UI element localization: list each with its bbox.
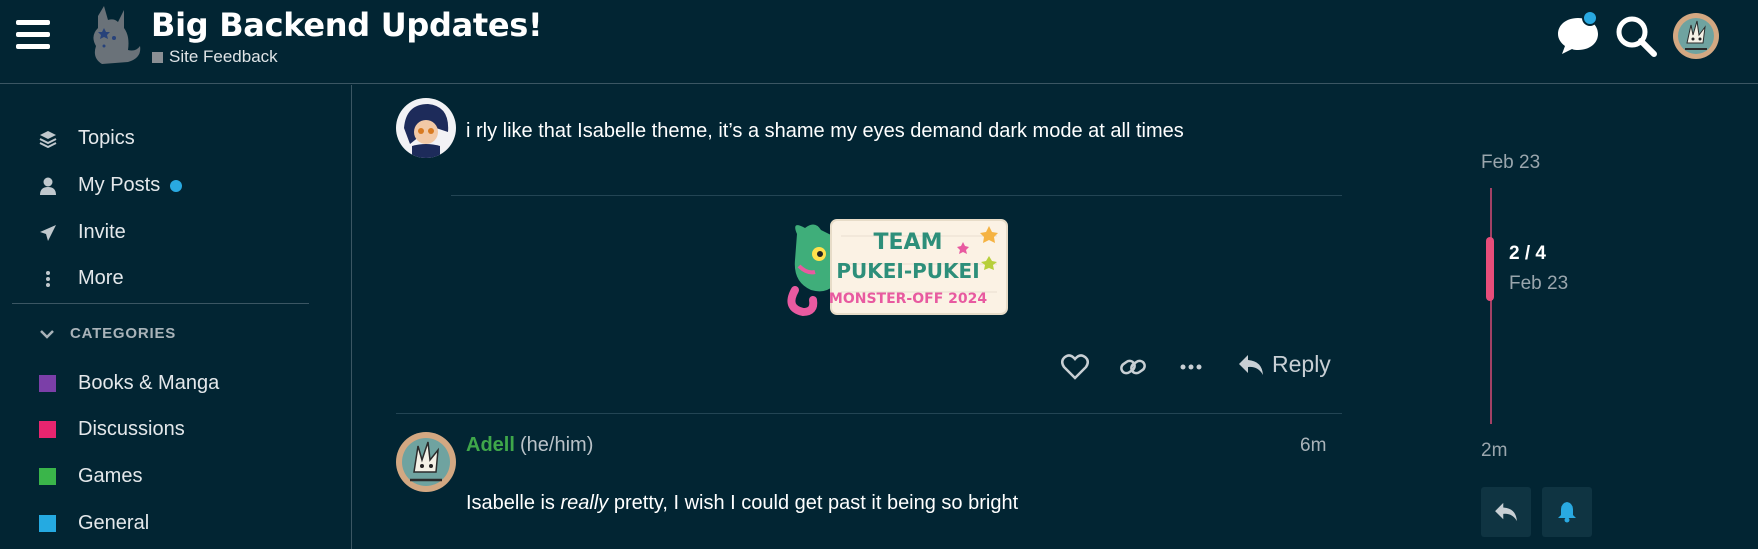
category-color-swatch — [39, 515, 56, 532]
sidebar-category-discussions[interactable]: Discussions — [39, 418, 185, 441]
sticker-line-2: PUKEI-PUKEI — [836, 259, 979, 283]
like-button[interactable] — [1061, 354, 1089, 380]
search-icon[interactable] — [1614, 14, 1658, 58]
chat-notification-dot — [1582, 10, 1598, 26]
bell-icon — [1558, 502, 1576, 523]
post-author-avatar[interactable] — [396, 98, 456, 158]
timeline-reply-button[interactable] — [1481, 487, 1531, 537]
site-header: Big Backend Updates! Site Feedback — [0, 0, 1758, 84]
timeline-end-date[interactable]: 2m — [1481, 440, 1507, 462]
layers-icon — [36, 129, 60, 149]
category-color-swatch — [39, 421, 56, 438]
category-color-swatch — [39, 468, 56, 485]
sidebar-item-label: More — [78, 267, 124, 289]
topic-title[interactable]: Big Backend Updates! — [151, 6, 543, 44]
post-body-text: Isabelle is really pretty, I wish I coul… — [466, 492, 1018, 515]
category-label: Discussions — [78, 418, 185, 440]
sidebar-item-more[interactable]: More — [36, 267, 124, 290]
sidebar-category-general[interactable]: General — [39, 512, 149, 535]
sidebar: Topics My Posts Invite More CATEGORIES B… — [0, 85, 352, 549]
timeline-position: 2 / 4 — [1509, 243, 1546, 264]
sidebar-item-label: Invite — [78, 221, 126, 243]
breadcrumb[interactable]: Site Feedback — [152, 47, 278, 67]
reply-button[interactable]: Reply — [1238, 351, 1331, 378]
paper-plane-icon — [36, 223, 60, 243]
unread-dot — [170, 179, 183, 192]
reply-label: Reply — [1272, 351, 1331, 377]
timeline-position-date: Feb 23 — [1509, 273, 1569, 294]
sticker-line-3: MONSTER-OFF 2024 — [829, 291, 987, 307]
timeline-track[interactable] — [1490, 188, 1492, 424]
chevron-down-icon — [40, 329, 54, 339]
ellipsis-icon — [1180, 364, 1202, 370]
sidebar-item-label: My Posts — [78, 174, 161, 196]
vertical-ellipsis-icon — [36, 269, 60, 289]
team-pukei-pukei-sticker: TEAM PUKEI-PUKEI MONSTER-OFF 2024 — [787, 219, 1008, 317]
site-logo[interactable] — [84, 6, 144, 68]
sidebar-item-topics[interactable]: Topics — [36, 127, 135, 150]
post-author-avatar[interactable] — [396, 432, 456, 492]
categories-section-toggle[interactable]: CATEGORIES — [40, 325, 176, 342]
post-text-emphasis: really — [560, 492, 609, 514]
more-actions-button[interactable] — [1180, 358, 1202, 376]
post-timestamp[interactable]: 6m — [1300, 435, 1326, 457]
post-text-part: Isabelle is — [466, 492, 561, 514]
hamburger-menu-icon[interactable] — [16, 20, 52, 54]
category-color-swatch — [39, 375, 56, 392]
post-divider — [396, 413, 1342, 414]
post-divider — [451, 195, 1342, 196]
user-pronouns: (he/him) — [520, 434, 594, 456]
user-avatar[interactable] — [1673, 13, 1719, 59]
category-label: Games — [78, 465, 143, 487]
categories-heading: CATEGORIES — [70, 325, 177, 342]
category-badge-square — [152, 51, 163, 63]
sidebar-category-games[interactable]: Games — [39, 465, 142, 488]
sidebar-category-books-manga[interactable]: Books & Manga — [39, 372, 219, 395]
sidebar-divider — [12, 303, 309, 304]
post-text-part: pretty, I wish I could get past it being… — [608, 492, 1019, 514]
timeline-start-date[interactable]: Feb 23 — [1481, 152, 1540, 174]
copy-link-button[interactable] — [1119, 354, 1147, 380]
category-label[interactable]: Site Feedback — [169, 47, 278, 67]
notification-level-button[interactable] — [1542, 487, 1592, 537]
post-body-text: i rly like that Isabelle theme, it’s a s… — [466, 120, 1184, 142]
heart-icon — [1061, 354, 1089, 380]
timeline-scroll-handle[interactable] — [1486, 237, 1494, 301]
sticker-line-1: TEAM — [874, 230, 943, 255]
post-username[interactable]: Adell — [466, 434, 515, 457]
reply-icon — [1239, 354, 1263, 375]
reply-icon — [1495, 502, 1517, 522]
user-icon — [36, 176, 60, 196]
link-icon — [1120, 359, 1146, 375]
sidebar-item-invite[interactable]: Invite — [36, 221, 126, 244]
category-label: General — [78, 512, 150, 534]
sidebar-item-label: Topics — [78, 127, 135, 149]
sidebar-item-my-posts[interactable]: My Posts — [36, 174, 183, 197]
category-label: Books & Manga — [78, 372, 220, 394]
